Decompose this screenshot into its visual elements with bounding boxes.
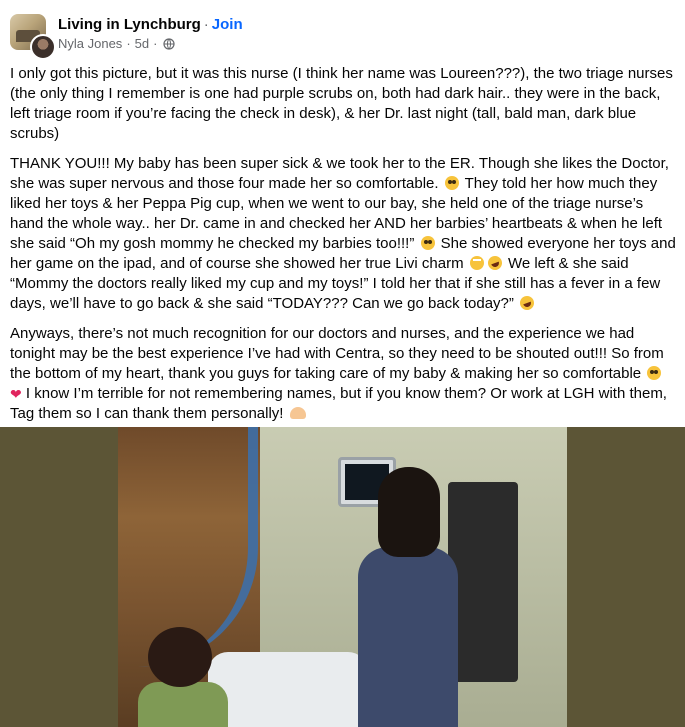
group-title-line: Living in Lynchburg · Join (58, 16, 243, 33)
flushed-face-emoji (647, 366, 662, 380)
group-name-link[interactable]: Living in Lynchburg (58, 16, 201, 33)
globe-icon (163, 37, 176, 50)
author-name-link[interactable]: Nyla Jones (58, 36, 122, 51)
post-header: Living in Lynchburg · Join Nyla Jones · 5d… (10, 12, 670, 60)
photo-image[interactable] (118, 427, 567, 727)
avatar-group[interactable] (10, 14, 56, 60)
paragraph-1-text: I only got this picture, but it was this… (10, 65, 673, 142)
meta-separator: · (126, 36, 131, 51)
post-paragraph-1: I only got this picture, but it was this… (10, 64, 678, 144)
photo-nurse-body (358, 547, 458, 727)
photo-bed (208, 652, 368, 727)
paragraph-3-text-a: Anyways, there’s not much recognition fo… (10, 325, 664, 382)
join-button[interactable]: Join (212, 16, 243, 33)
separator-dot: · (203, 16, 209, 33)
photo-child-shirt (138, 682, 228, 727)
post-body: I only got this picture, but it was this… (10, 64, 678, 434)
red-heart-emoji: ❤ (10, 386, 22, 402)
rolling-eyes-emoji (469, 256, 484, 270)
post-meta: Nyla Jones · 5d · (58, 36, 176, 51)
post-timestamp[interactable]: 5d (135, 36, 149, 51)
post-photo[interactable] (0, 427, 685, 727)
photo-child (138, 627, 228, 727)
laughing-emoji (518, 294, 537, 312)
flushed-face-emoji (420, 236, 435, 250)
flushed-face-emoji (444, 176, 459, 190)
photo-nurse-hair (378, 467, 440, 557)
user-avatar[interactable] (30, 34, 56, 60)
paragraph-3-text-b: I know I’m terrible for not remembering … (10, 385, 667, 422)
meta-separator-2: · (153, 36, 158, 51)
heart-hands-emoji (289, 407, 306, 419)
photo-nurse (348, 467, 468, 727)
laughing-emoji (485, 254, 504, 272)
post-paragraph-2: THANK YOU!!! My baby has been super sick… (10, 154, 678, 314)
photo-child-head (148, 627, 212, 687)
post-paragraph-3: Anyways, there’s not much recognition fo… (10, 324, 678, 424)
